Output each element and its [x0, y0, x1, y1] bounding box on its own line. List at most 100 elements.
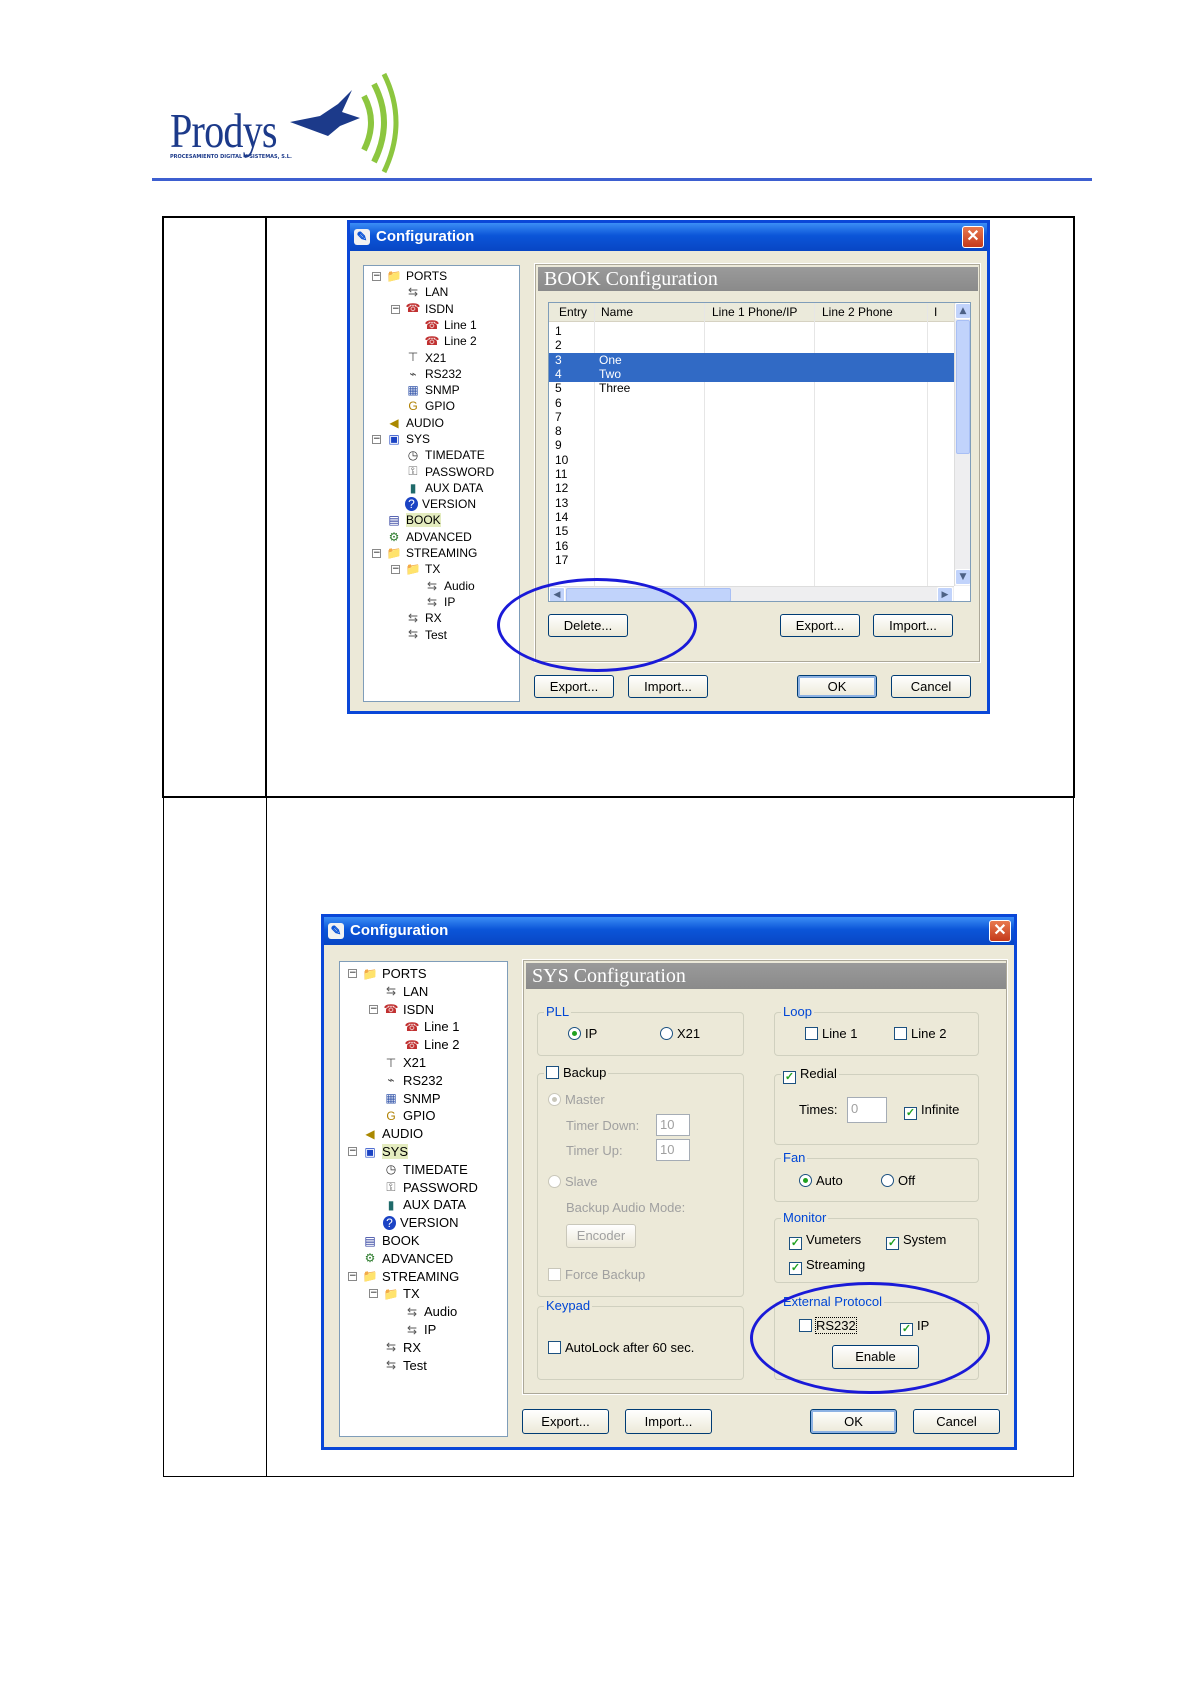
tree-item-tx[interactable]: 📁 TX — [405, 561, 441, 577]
export-button[interactable]: Export... — [522, 1409, 609, 1434]
tree-item-rx[interactable]: ⇆ RX — [383, 1339, 421, 1355]
tree-item-aux-data[interactable]: ▮ AUX DATA — [383, 1196, 466, 1212]
tree-expander-icon[interactable]: − — [372, 549, 381, 559]
tree-item-aux-data[interactable]: ▮ AUX DATA — [405, 480, 484, 496]
loop-line2-checkbox[interactable]: Line 2 — [894, 1026, 946, 1041]
tree-item-timedate[interactable]: ◷ TIMEDATE — [383, 1161, 468, 1177]
panel-import-button[interactable]: Import... — [873, 614, 953, 637]
pll-ip-radio[interactable]: IP — [568, 1026, 597, 1041]
tree-item-line-1[interactable]: ☎ Line 1 — [404, 1018, 460, 1034]
tree-item-streaming[interactable]: 📁 STREAMING — [386, 545, 478, 561]
table-row[interactable]: 2 — [549, 338, 954, 353]
tree-item-audio[interactable]: ⇆ Audio — [424, 578, 475, 594]
tree-item-book[interactable]: ▤ BOOK — [362, 1232, 419, 1248]
tree-item-lan[interactable]: ⇆ LAN — [405, 284, 448, 300]
col-entry[interactable]: Entry — [559, 305, 587, 319]
cancel-button[interactable]: Cancel — [913, 1409, 1000, 1434]
tree-item-password[interactable]: ⚿ PASSWORD — [405, 464, 494, 480]
master-radio[interactable]: Master — [548, 1092, 605, 1107]
fan-off-radio[interactable]: Off — [881, 1173, 915, 1188]
table-row[interactable]: 10 — [549, 453, 954, 468]
loop-line1-checkbox[interactable]: Line 1 — [805, 1026, 857, 1041]
tree-item-streaming[interactable]: 📁 STREAMING — [362, 1268, 460, 1284]
tree-item-book[interactable]: ▤ BOOK — [386, 513, 441, 529]
force-backup-checkbox[interactable]: Force Backup — [548, 1267, 645, 1282]
table-row[interactable]: 11 — [549, 467, 954, 482]
col-line1[interactable]: Line 1 Phone/IP — [712, 305, 797, 319]
tree-item-audio[interactable]: ⇆ Audio — [404, 1303, 457, 1319]
tree-item-advanced[interactable]: ⚙ ADVANCED — [362, 1250, 454, 1266]
tree-item-x21[interactable]: ⊤ X21 — [405, 350, 447, 366]
table-row[interactable]: 12 — [549, 481, 954, 496]
tree-item-audio[interactable]: ◀ AUDIO — [362, 1125, 423, 1141]
tree-expander-icon[interactable]: − — [369, 1004, 378, 1014]
encoder-button[interactable]: Encoder — [566, 1224, 636, 1248]
table-row[interactable]: 1 — [549, 324, 954, 339]
tree-item-version[interactable]: ? VERSION — [383, 1214, 459, 1230]
tree-item-line-2[interactable]: ☎ Line 2 — [424, 333, 477, 349]
tree-item-version[interactable]: ? VERSION — [405, 496, 476, 512]
tree-view[interactable]: − 📁 PORTS ⇆ LAN − ☎ ISDN ☎ Line 1 ☎ Line 2 ⊤ X21 ⌁ RS23… — [339, 961, 508, 1437]
cancel-button[interactable]: Cancel — [891, 675, 971, 698]
vumeters-checkbox[interactable]: ✓ Vumeters — [789, 1232, 861, 1250]
tree-expander-icon[interactable]: − — [391, 304, 400, 314]
tree-item-sys[interactable]: ▣ SYS — [386, 431, 430, 447]
tree-item-ip[interactable]: ⇆ IP — [424, 594, 455, 610]
table-row[interactable]: 9 — [549, 438, 954, 453]
tree-item-gpio[interactable]: G GPIO — [405, 398, 455, 414]
tree-expander-icon[interactable]: − — [348, 969, 357, 978]
table-row[interactable]: 14 — [549, 510, 954, 525]
tree-item-snmp[interactable]: ▦ SNMP — [383, 1090, 440, 1106]
table-row[interactable]: 13 — [549, 496, 954, 511]
export-button[interactable]: Export... — [534, 675, 614, 698]
tree-item-test[interactable]: ⇆ Test — [383, 1357, 427, 1373]
tree-item-snmp[interactable]: ▦ SNMP — [405, 382, 459, 398]
autolock-checkbox[interactable]: AutoLock after 60 sec. — [548, 1340, 694, 1355]
tree-item-isdn[interactable]: ☎ ISDN — [383, 1001, 435, 1017]
tree-item-test[interactable]: ⇆ Test — [405, 627, 447, 643]
ok-button[interactable]: OK — [810, 1409, 897, 1434]
table-row[interactable]: 4 Two — [549, 366, 954, 382]
tree-item-tx[interactable]: 📁 TX — [383, 1285, 420, 1301]
tree-item-isdn[interactable]: ☎ ISDN — [405, 301, 454, 317]
table-row[interactable]: 6 — [549, 396, 954, 411]
tree-expander-icon[interactable]: − — [391, 565, 400, 575]
tree-view[interactable]: − 📁 PORTS ⇆ LAN − ☎ ISDN ☎ Line 1 ☎ Line 2 ⊤ X21 ⌁ RS23… — [363, 265, 520, 702]
tree-item-audio[interactable]: ◀ AUDIO — [386, 415, 444, 431]
tree-item-line-1[interactable]: ☎ Line 1 — [424, 317, 477, 333]
scroll-thumb[interactable] — [956, 320, 970, 454]
redial-checkbox[interactable]: ✓ Redial — [781, 1066, 839, 1084]
table-row[interactable]: 17 — [549, 553, 954, 568]
tree-item-advanced[interactable]: ⚙ ADVANCED — [386, 529, 472, 545]
tree-item-x21[interactable]: ⊤ X21 — [383, 1054, 426, 1070]
tree-expander-icon[interactable]: − — [348, 1271, 357, 1281]
close-button[interactable]: ✕ — [989, 920, 1011, 942]
fan-auto-radio[interactable]: Auto — [799, 1173, 843, 1188]
import-button[interactable]: Import... — [628, 675, 708, 698]
tree-item-password[interactable]: ⚿ PASSWORD — [383, 1179, 477, 1195]
scroll-right-icon[interactable]: ▶ — [937, 587, 953, 601]
col-more[interactable]: I — [934, 305, 937, 319]
tree-item-lan[interactable]: ⇆ LAN — [383, 983, 428, 999]
col-line2[interactable]: Line 2 Phone — [822, 305, 893, 319]
tree-item-timedate[interactable]: ◷ TIMEDATE — [405, 447, 485, 463]
tree-expander-icon[interactable]: − — [348, 1147, 357, 1156]
backup-checkbox[interactable]: Backup — [544, 1065, 609, 1080]
tree-item-line-2[interactable]: ☎ Line 2 — [404, 1036, 460, 1052]
table-row[interactable]: 5 Three — [549, 381, 954, 396]
times-input[interactable]: 0 — [847, 1097, 887, 1123]
table-row[interactable]: 15 — [549, 524, 954, 539]
tree-expander-icon[interactable]: − — [372, 435, 381, 444]
import-button[interactable]: Import... — [625, 1409, 712, 1434]
tree-item-rs232[interactable]: ⌁ RS232 — [383, 1072, 442, 1088]
close-button[interactable]: ✕ — [962, 226, 984, 248]
slave-radio[interactable]: Slave — [548, 1174, 598, 1189]
table-row[interactable]: 3 One — [549, 352, 954, 368]
system-checkbox[interactable]: ✓ System — [886, 1232, 946, 1250]
tree-item-ports[interactable]: 📁 PORTS — [386, 268, 448, 284]
ok-button[interactable]: OK — [797, 675, 877, 698]
tree-item-ip[interactable]: ⇆ IP — [404, 1321, 436, 1337]
table-row[interactable]: 8 — [549, 424, 954, 439]
tree-item-rx[interactable]: ⇆ RX — [405, 610, 442, 626]
tree-item-gpio[interactable]: G GPIO — [383, 1107, 435, 1123]
